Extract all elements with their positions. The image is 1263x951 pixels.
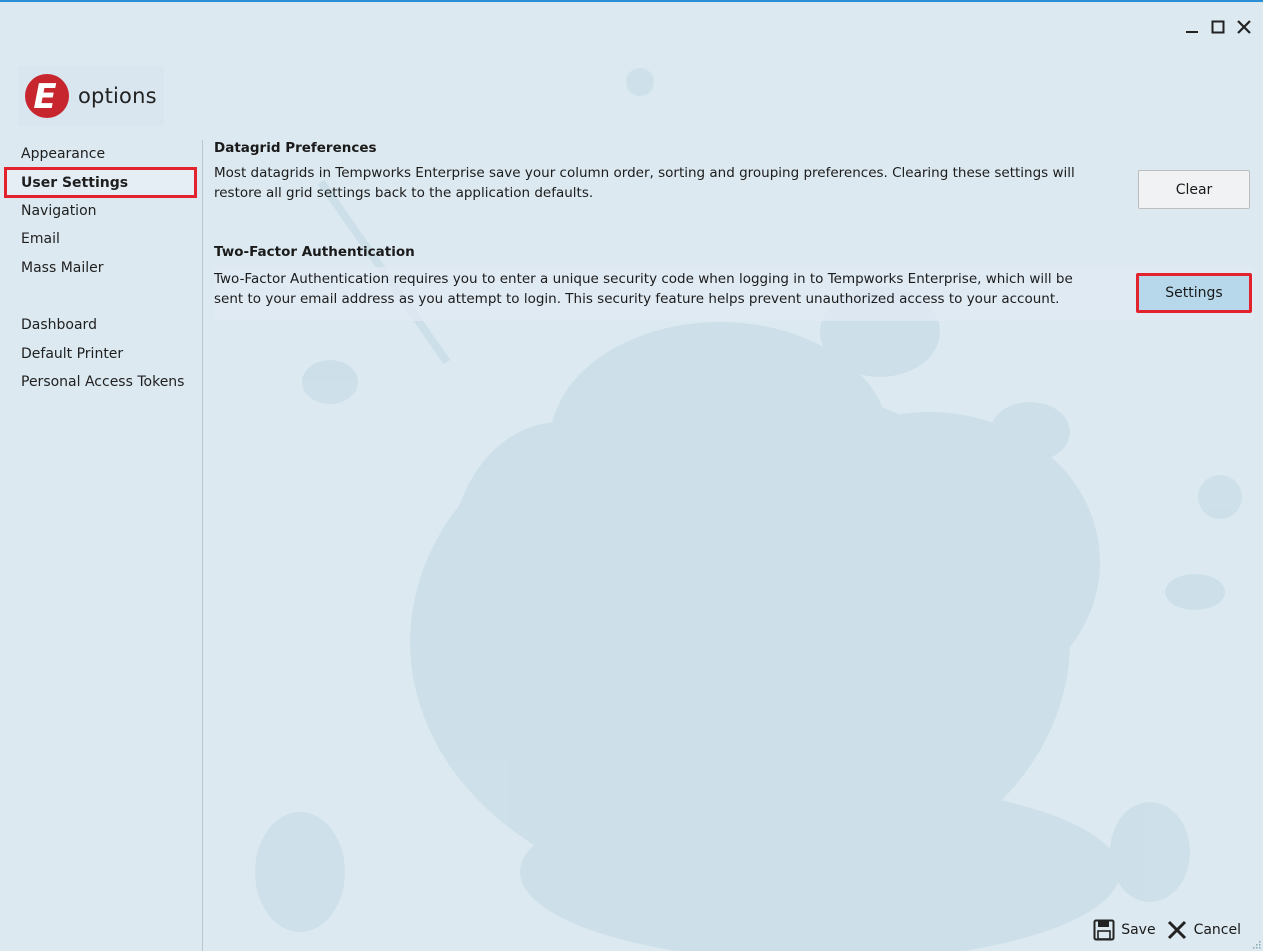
datagrid-title: Datagrid Preferences (214, 140, 377, 156)
cancel-button[interactable]: Cancel (1166, 919, 1241, 941)
sidebar-item-dashboard[interactable]: Dashboard (4, 312, 197, 338)
svg-text:E: E (33, 77, 56, 117)
sidebar-item-appearance[interactable]: Appearance (4, 141, 197, 167)
cancel-icon (1167, 920, 1186, 940)
cancel-label: Cancel (1193, 922, 1241, 938)
two-factor-settings-button[interactable]: Settings (1136, 273, 1252, 313)
footer-actions: Save Cancel (1093, 919, 1241, 941)
minimize-icon[interactable] (1183, 16, 1201, 38)
sidebar-item-default-printer[interactable]: Default Printer (4, 341, 197, 367)
save-button[interactable]: Save (1093, 919, 1156, 941)
two-factor-row: Two-Factor Authentication requires you t… (214, 267, 1254, 321)
datagrid-description: Most datagrids in Tempworks Enterprise s… (214, 165, 1075, 201)
maximize-icon[interactable] (1209, 16, 1227, 38)
enterprise-logo-icon: E (25, 74, 69, 118)
sidebar-item-personal-access-tokens[interactable]: Personal Access Tokens (4, 369, 197, 395)
sidebar-item-navigation[interactable]: Navigation (4, 198, 197, 224)
sidebar-item-mass-mailer[interactable]: Mass Mailer (4, 255, 197, 281)
options-sidebar: Appearance User Settings Navigation Emai… (0, 140, 203, 951)
user-settings-panel: Datagrid Preferences Most datagrids in T… (214, 140, 1254, 321)
sidebar-item-user-settings[interactable]: User Settings (4, 167, 197, 198)
save-icon (1093, 919, 1115, 941)
window-controls (1183, 16, 1253, 38)
options-window: E options Appearance User Settings Navig… (0, 0, 1263, 951)
app-logo: E options (18, 66, 164, 126)
two-factor-title: Two-Factor Authentication (214, 244, 415, 260)
resize-grip-icon[interactable] (1251, 939, 1261, 949)
sidebar-item-email[interactable]: Email (4, 226, 197, 252)
close-icon[interactable] (1235, 16, 1253, 38)
clear-button[interactable]: Clear (1138, 170, 1250, 209)
datagrid-section: Datagrid Preferences Most datagrids in T… (214, 140, 1254, 209)
two-factor-description: Two-Factor Authentication requires you t… (214, 271, 1073, 307)
logo-text: options (78, 84, 157, 108)
two-factor-section: Two-Factor Authentication (214, 244, 415, 260)
save-label: Save (1121, 922, 1156, 938)
